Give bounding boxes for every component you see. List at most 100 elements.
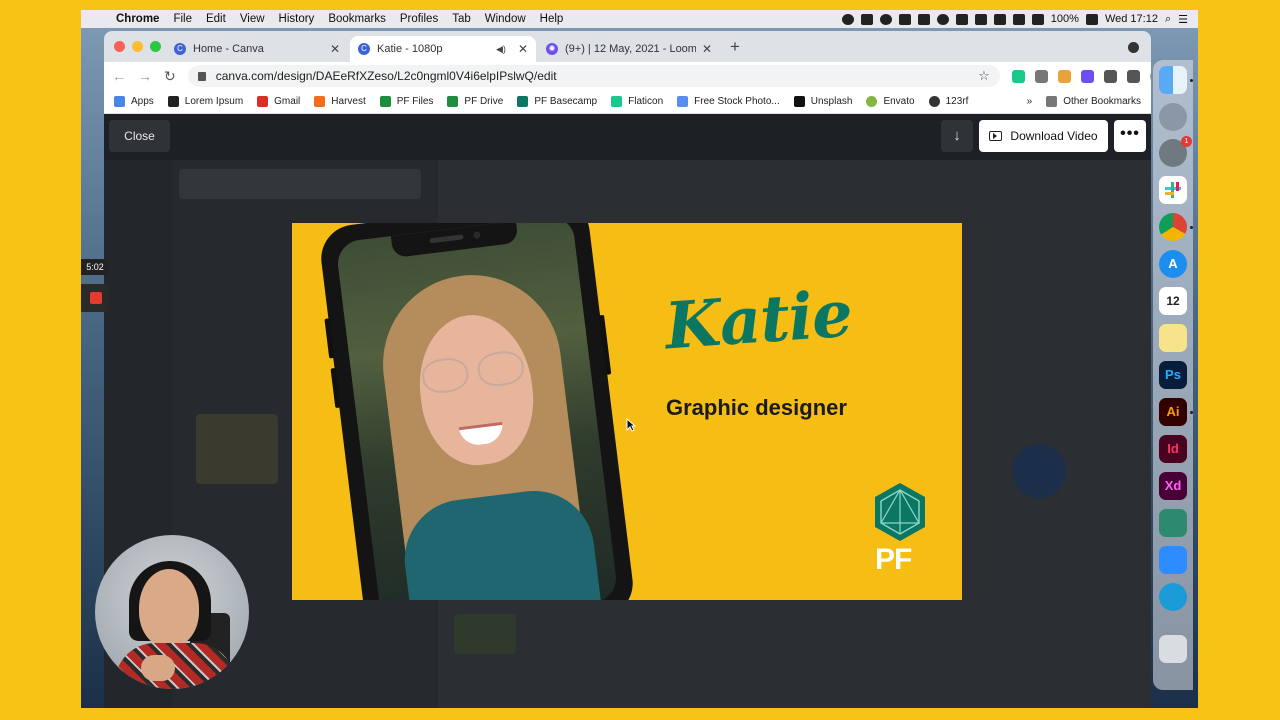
tab-label: (9+) | 12 May, 2021 - Loom Re — [565, 43, 696, 55]
bookmarks-overflow[interactable]: » — [1027, 96, 1033, 107]
tab-close-icon[interactable]: ✕ — [518, 42, 528, 56]
extension-loom-icon[interactable] — [1080, 69, 1094, 83]
bookmark-unsplash[interactable]: Unsplash — [793, 96, 852, 107]
bookmark-lorem-ipsum[interactable]: Lorem Ipsum — [167, 96, 244, 107]
extension-camera-icon[interactable] — [1034, 69, 1048, 83]
minimize-window-button[interactable] — [132, 41, 143, 52]
media-control-icon[interactable] — [1126, 69, 1140, 83]
menu-window[interactable]: Window — [478, 13, 533, 25]
video-icon — [989, 131, 1003, 141]
notification-center-icon[interactable]: ☰ — [1178, 13, 1188, 26]
tab-katie-1080p[interactable]: C Katie - 1080p ◀) ✕ — [350, 36, 536, 62]
preview-icon[interactable] — [1159, 509, 1187, 537]
address-bar[interactable]: canva.com/design/DAEeRfXZeso/L2c0ngml0V4… — [187, 65, 1000, 87]
window-controls — [114, 41, 161, 52]
zoom-window-button[interactable] — [150, 41, 161, 52]
indesign-icon[interactable]: Id — [1159, 435, 1187, 463]
tab-audio-icon[interactable]: ◀) — [496, 44, 506, 55]
menu-history[interactable]: History — [272, 13, 322, 25]
extensions-puzzle-icon[interactable] — [1103, 69, 1117, 83]
back-icon[interactable]: ← — [112, 68, 126, 84]
bookmark-pf-files[interactable]: PF Files — [379, 96, 433, 107]
notes-icon[interactable] — [1159, 324, 1187, 352]
zoom-icon[interactable] — [1159, 546, 1187, 574]
address-url[interactable]: canva.com/design/DAEeRfXZeso/L2c0ngml0V4… — [216, 69, 978, 83]
forward-icon[interactable]: → — [138, 68, 152, 84]
phone-side-button — [324, 318, 335, 359]
tab-close-icon[interactable]: ✕ — [702, 42, 712, 56]
app-store-icon[interactable]: A — [1159, 250, 1187, 278]
bookmark-apps[interactable]: Apps — [114, 96, 154, 107]
bookmark-flaticon[interactable]: Flaticon — [611, 96, 663, 107]
download-icon[interactable]: ↓ — [941, 120, 973, 152]
profile-avatar[interactable] — [1149, 69, 1151, 83]
screen-recorder-icon[interactable] — [1159, 583, 1187, 611]
tab-home-canva[interactable]: C Home - Canva ✕ — [166, 36, 348, 62]
bluetooth-status-icon[interactable] — [860, 13, 873, 25]
close-window-button[interactable] — [114, 41, 125, 52]
malwarebytes-status-icon[interactable] — [955, 13, 968, 25]
menubar-clock[interactable]: Wed 17:12 — [1105, 13, 1158, 25]
unsplash-icon — [793, 96, 805, 107]
bookmark-star-icon[interactable]: ☆ — [978, 68, 990, 84]
stop-recording-button[interactable] — [81, 284, 109, 312]
recording-timer: 5:02 — [81, 259, 109, 275]
bookmark-pf-basecamp[interactable]: PF Basecamp — [517, 96, 597, 107]
launchpad-icon[interactable] — [1159, 103, 1187, 131]
close-preview-button[interactable]: Close — [109, 120, 170, 152]
webcam-person-face — [139, 569, 199, 647]
phone-notch — [390, 223, 519, 258]
harvest-icon — [314, 96, 326, 107]
display-status-icon[interactable] — [993, 13, 1006, 25]
webcam-bubble[interactable] — [95, 535, 249, 689]
more-options-button[interactable]: ••• — [1114, 120, 1146, 152]
new-tab-button[interactable]: + — [730, 38, 740, 55]
tab-search-icon[interactable] — [1128, 42, 1139, 53]
bookmark-123rf[interactable]: 123rf — [928, 96, 968, 107]
bookmark-gmail[interactable]: Gmail — [257, 96, 300, 107]
bookmark-other[interactable]: Other Bookmarks — [1046, 96, 1141, 107]
reload-icon[interactable]: ↻ — [164, 68, 176, 85]
menu-help[interactable]: Help — [533, 13, 571, 25]
menu-chrome[interactable]: Chrome — [109, 13, 166, 25]
bookmark-harvest[interactable]: Harvest — [314, 96, 366, 107]
bookmark-pf-drive[interactable]: PF Drive — [447, 96, 503, 107]
menu-edit[interactable]: Edit — [199, 13, 233, 25]
slack-icon[interactable] — [1159, 176, 1187, 204]
menu-tab[interactable]: Tab — [445, 13, 478, 25]
tab-close-icon[interactable]: ✕ — [330, 42, 340, 56]
cloud-status-icon[interactable] — [879, 13, 892, 25]
bookmark-label: Apps — [131, 96, 154, 107]
wifi-status-icon[interactable] — [1031, 13, 1044, 25]
finder-icon[interactable] — [1159, 66, 1187, 94]
menu-file[interactable]: File — [166, 13, 199, 25]
video-preview[interactable]: Katie Graphic designer PF — [292, 223, 962, 600]
photoshop-icon[interactable]: Ps — [1159, 361, 1187, 389]
tab-label: Home - Canva — [193, 43, 264, 55]
extension-eyedropper-icon[interactable] — [1057, 69, 1071, 83]
xd-icon[interactable]: Xd — [1159, 472, 1187, 500]
google-drive-status-icon[interactable] — [917, 13, 930, 25]
menu-view[interactable]: View — [233, 13, 272, 25]
calendar-icon[interactable]: 12 — [1159, 287, 1187, 315]
trash-icon[interactable] — [1159, 635, 1187, 663]
dropbox-status-icon[interactable] — [898, 13, 911, 25]
loom-status-icon[interactable] — [841, 13, 854, 25]
tab-loom-recording[interactable]: ✺ (9+) | 12 May, 2021 - Loom Re ✕ — [538, 36, 720, 62]
bookmark-label: Lorem Ipsum — [184, 96, 244, 107]
running-indicator — [1190, 226, 1193, 229]
chrome-icon[interactable] — [1159, 213, 1187, 241]
spotlight-search-icon[interactable]: ⌕ — [1165, 13, 1171, 26]
menu-bookmarks[interactable]: Bookmarks — [321, 13, 393, 25]
illustrator-icon[interactable]: Ai — [1159, 398, 1187, 426]
grid-status-icon[interactable] — [974, 13, 987, 25]
bookmark-envato[interactable]: Envato — [866, 96, 915, 107]
lock-icon[interactable] — [197, 71, 206, 81]
battery-icon[interactable] — [1085, 13, 1098, 25]
menu-profiles[interactable]: Profiles — [393, 13, 445, 25]
download-video-button[interactable]: Download Video — [979, 120, 1108, 152]
vpn-status-icon[interactable] — [936, 13, 949, 25]
extension-flaticon-icon[interactable] — [1011, 69, 1025, 83]
bookmark-free-stock-photo[interactable]: Free Stock Photo... — [677, 96, 780, 107]
control-status-icon[interactable] — [1012, 13, 1025, 25]
